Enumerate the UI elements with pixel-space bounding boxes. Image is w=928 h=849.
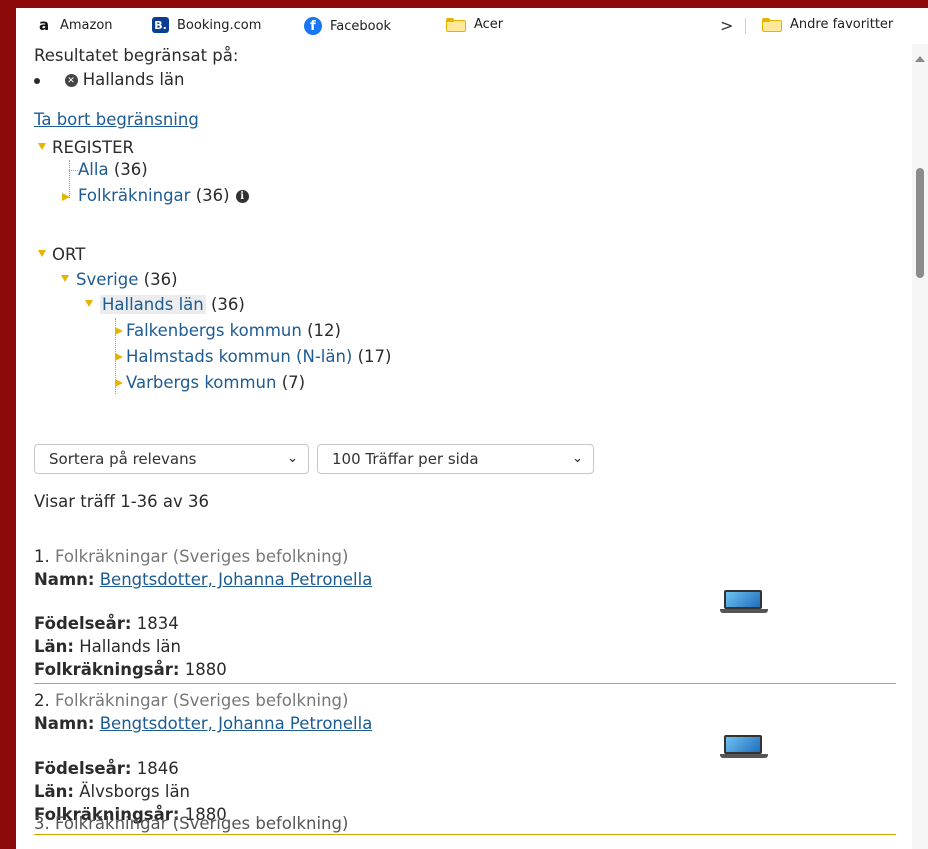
result-county: Län: Älvsborgs län [34,782,191,801]
register-item-folkrakningar[interactable]: Folkräkningar (36) i [78,186,249,205]
result-birth-year: Födelseår: 1846 [34,759,179,778]
info-icon[interactable]: i [235,190,249,203]
bookmark-label: Andre favoritter [790,17,894,32]
ort-item-hallands-lan[interactable]: Hallands län (36) [100,295,245,314]
bookmark-label: Booking.com [177,17,262,33]
bookmarks-bar: a Amazon B. Booking.com f Facebook Acer … [16,8,928,44]
expanded-arrow-icon[interactable] [61,275,69,282]
chevron-right-icon[interactable]: > [720,16,733,35]
bookmarks-divider [745,18,746,34]
per-page-select[interactable]: 100 Träffar per sida ⌄ [317,444,594,474]
result-name-link[interactable]: Bengtsdotter, Johanna Petronella [100,570,373,589]
expanded-arrow-icon[interactable] [38,250,46,257]
bookmark-folder-acer[interactable]: Acer [446,17,503,32]
result-census-year: Folkräkningsår: 1880 [34,660,227,679]
collapsed-arrow-icon[interactable] [115,379,123,387]
register-item-alla[interactable]: Alla (36) [78,160,148,179]
result-name: Namn: Bengtsdotter, Johanna Petronella [34,570,373,589]
per-page-select-value: 100 Träffar per sida [332,450,479,468]
result-county: Län: Hallands län [34,637,181,656]
ort-item-halmstad[interactable]: Halmstads kommun (N-län) (17) [126,347,391,366]
sort-select-value: Sortera på relevans [49,450,197,468]
folder-icon [762,17,782,32]
result-source: 1. Folkräkningar (Sveriges befolkning) [34,547,349,566]
bookmark-label: Facebook [330,18,392,34]
remove-filter-icon[interactable]: ✕ [64,74,78,87]
collapsed-arrow-icon[interactable] [62,193,70,201]
amazon-icon: a [38,16,50,34]
result-name-link[interactable]: Bengtsdotter, Johanna Petronella [100,714,373,733]
bookmark-folder-other-favorites[interactable]: Andre favoritter [762,17,893,32]
bullet-icon [34,77,40,84]
register-heading: REGISTER [52,138,134,157]
browser-frame: a Amazon B. Booking.com f Facebook Acer … [16,8,928,849]
collapsed-arrow-icon[interactable] [115,327,123,335]
facebook-icon: f [304,17,322,35]
laptop-icon[interactable] [720,735,768,759]
chevron-down-icon: ⌄ [572,451,583,466]
booking-icon: B. [152,17,169,33]
laptop-icon[interactable] [720,590,768,614]
result-source: 2. Folkräkningar (Sveriges befolkning) [34,691,349,710]
ort-heading: ORT [52,245,86,264]
scroll-up-icon[interactable] [915,56,925,62]
scroll-thumb[interactable] [916,168,924,278]
bookmark-label: Amazon [60,17,113,33]
filter-heading: Resultatet begränsat på: [34,46,239,65]
ort-item-varberg[interactable]: Varbergs kommun (7) [126,373,305,392]
expanded-arrow-icon[interactable] [85,300,93,307]
collapsed-arrow-icon[interactable] [115,353,123,361]
bookmark-label: Acer [474,17,504,32]
active-filter-label: Hallands län [82,70,185,89]
result-birth-year: Födelseår: 1834 [34,614,179,633]
active-filter: ✕ Hallands län [34,70,184,89]
tree-line [69,170,78,171]
bookmark-facebook[interactable]: f Facebook [304,17,391,35]
result-divider [34,683,896,684]
sort-select[interactable]: Sortera på relevans ⌄ [34,444,309,474]
bookmark-amazon[interactable]: a Amazon [36,16,113,34]
folder-icon [446,17,466,32]
result-divider [34,834,896,835]
bookmark-booking[interactable]: B. Booking.com [152,17,261,33]
result-name: Namn: Bengtsdotter, Johanna Petronella [34,714,373,733]
ort-item-sverige[interactable]: Sverige (36) [76,270,178,289]
vertical-scrollbar[interactable] [912,44,928,849]
ort-item-falkenberg[interactable]: Falkenbergs kommun (12) [126,321,341,340]
chevron-down-icon: ⌄ [287,451,298,466]
remove-filter-link[interactable]: Ta bort begränsning [34,110,199,129]
result-source-partial: 3. Folkräkningar (Sveriges befolkning) [34,814,349,833]
expanded-arrow-icon[interactable] [38,143,46,150]
results-summary: Visar träff 1-36 av 36 [34,492,210,511]
